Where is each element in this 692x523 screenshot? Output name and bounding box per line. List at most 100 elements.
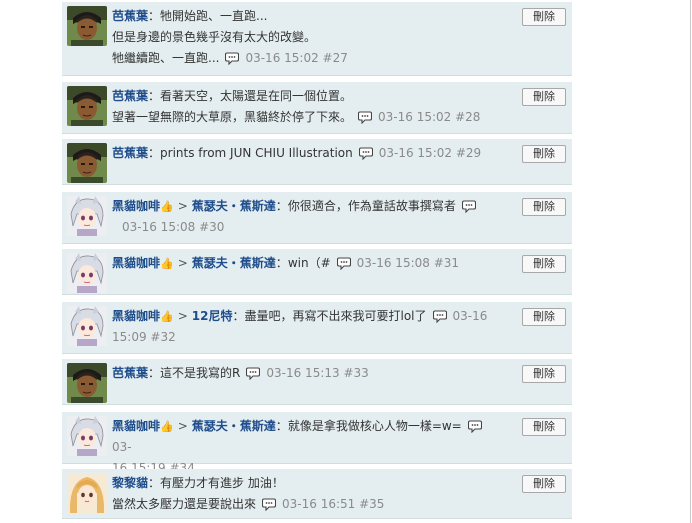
timestamp: 03-16 16:51 [282, 497, 356, 511]
username[interactable]: 黑貓咖啡 [112, 199, 160, 213]
delete-button[interactable]: 刪除 [522, 308, 566, 326]
delete-button[interactable]: 刪除 [522, 145, 566, 163]
comment-body: 芭蕉葉：這不是我寫的R 03-16 15:13 #33 [112, 363, 502, 384]
floor-number[interactable]: #33 [343, 366, 368, 380]
comment-body: 黑貓咖啡👍 > 蕉瑟夫・蕉斯達：你很適合，作為童話故事撰寫者 03-16 15:08… [112, 196, 502, 238]
username[interactable]: 黑貓咖啡 [112, 256, 160, 270]
page-right-border [690, 0, 691, 523]
delete-button[interactable]: 刪除 [522, 198, 566, 216]
timestamp: 03- [112, 440, 132, 454]
reply-arrow: > [177, 419, 188, 433]
comment-text: 有壓力才有進步 加油！ [160, 476, 284, 490]
comment-body: 黑貓咖啡👍 > 蕉瑟夫・蕉斯達：win（# 03-16 15:08 #31 [112, 253, 502, 274]
reply-bubble-icon[interactable] [337, 256, 351, 270]
user-avatar[interactable] [67, 196, 107, 236]
comment-text-line: 望著一望無際的大草原，黑貓終於停了下來。 [112, 110, 353, 124]
colon: ： [232, 309, 245, 323]
comment-item: 黑貓咖啡👍 > 蕉瑟夫・蕉斯達：你很適合，作為童話故事撰寫者 03-16 15:08… [62, 192, 572, 244]
comment-text-line: 當然太多壓力還是要說出來 [112, 497, 257, 511]
comment-item: 黑貓咖啡👍 > 蕉瑟夫・蕉斯達：就像是拿我做核心人物一樣=w=03- 16 15:1… [62, 412, 572, 475]
timestamp: 03-16 15:08 [122, 220, 196, 234]
colon: ： [148, 89, 161, 103]
delete-button[interactable]: 刪除 [522, 8, 566, 26]
reply-to-username[interactable]: 12尼特 [192, 309, 233, 323]
comment-body: 黎黎貓：有壓力才有進步 加油！ 當然太多壓力還是要說出來 03-16 16:51 … [112, 473, 502, 515]
user-avatar[interactable] [67, 143, 107, 183]
comment-text-line: 但是身邊的景色幾乎沒有太大的改變。 [112, 30, 317, 44]
reply-arrow: > [177, 199, 188, 213]
reply-bubble-icon[interactable] [462, 199, 476, 213]
reply-arrow: > [177, 256, 188, 270]
username[interactable]: 芭蕉葉 [112, 146, 148, 160]
comment-text: 牠開始跑、一直跑... [160, 9, 268, 23]
delete-button[interactable]: 刪除 [522, 475, 566, 493]
user-avatar[interactable] [67, 416, 107, 456]
username[interactable]: 芭蕉葉 [112, 9, 148, 23]
comment-text: 盡量吧，再寫不出來我可要打lol了 [244, 309, 427, 323]
comment-item: 芭蕉葉：這不是我寫的R 03-16 15:13 #33 刪除 [62, 359, 572, 405]
user-avatar[interactable] [67, 86, 107, 126]
thumbs-up-icon: 👍 [160, 257, 174, 270]
reply-to-username[interactable]: 蕉瑟夫・蕉斯達 [192, 199, 276, 213]
delete-button[interactable]: 刪除 [522, 365, 566, 383]
comment-body: 黑貓咖啡👍 >12尼特：盡量吧，再寫不出來我可要打lol了 03-16 15:09 … [112, 306, 502, 348]
comment-item: 黑貓咖啡👍 >12尼特：盡量吧，再寫不出來我可要打lol了 03-16 15:09 … [62, 302, 572, 354]
floor-number[interactable]: #29 [456, 146, 481, 160]
colon: ： [148, 146, 161, 160]
floor-number[interactable]: #30 [199, 220, 224, 234]
reply-to-username[interactable]: 蕉瑟夫・蕉斯達 [192, 419, 276, 433]
timestamp: 03-16 [452, 309, 488, 323]
colon: ： [275, 256, 288, 270]
username[interactable]: 黑貓咖啡 [112, 419, 160, 433]
reply-to-username[interactable]: 蕉瑟夫・蕉斯達 [192, 256, 276, 270]
comment-body: 芭蕉葉：牠開始跑、一直跑... 但是身邊的景色幾乎沒有太大的改變。 牠繼續跑、一… [112, 6, 502, 69]
user-avatar[interactable] [67, 306, 107, 346]
comment-text-line: 牠繼續跑、一直跑... [112, 51, 220, 65]
colon: ： [148, 366, 161, 380]
reply-bubble-icon[interactable] [358, 110, 372, 124]
comment-item: 芭蕉葉：看著天空，太陽還是在同一個位置。 望著一望無際的大草原，黑貓終於停了下來… [62, 82, 572, 134]
reply-bubble-icon[interactable] [225, 51, 239, 65]
reply-bubble-icon[interactable] [246, 366, 260, 380]
username[interactable]: 黎黎貓 [112, 476, 148, 490]
floor-number[interactable]: #28 [455, 110, 480, 124]
timestamp: 03-16 15:02 [245, 51, 319, 65]
timestamp: 03-16 15:02 [378, 110, 452, 124]
reply-bubble-icon[interactable] [433, 309, 447, 323]
comment-text: 就像是拿我做核心人物一樣=w= [287, 419, 462, 433]
reply-bubble-icon[interactable] [262, 497, 276, 511]
delete-button[interactable]: 刪除 [522, 88, 566, 106]
colon: ： [148, 476, 161, 490]
username[interactable]: 黑貓咖啡 [112, 309, 160, 323]
reply-bubble-icon[interactable] [468, 419, 482, 433]
comment-body: 芭蕉葉：看著天空，太陽還是在同一個位置。 望著一望無際的大草原，黑貓終於停了下來… [112, 86, 502, 128]
thumbs-up-icon: 👍 [160, 420, 174, 433]
comment-text: win（# [287, 256, 331, 270]
user-avatar[interactable] [67, 253, 107, 293]
comment-text: 這不是我寫的R [160, 366, 241, 380]
comment-item: 芭蕉葉：prints from JUN CHIU Illustration 03-… [62, 139, 572, 185]
user-avatar[interactable] [67, 473, 107, 513]
timestamp-continued: 15:09 [112, 330, 147, 344]
delete-button[interactable]: 刪除 [522, 418, 566, 436]
floor-number[interactable]: #32 [150, 330, 175, 344]
timestamp: 03-16 15:13 [266, 366, 340, 380]
username[interactable]: 芭蕉葉 [112, 89, 148, 103]
username[interactable]: 芭蕉葉 [112, 366, 148, 380]
user-avatar[interactable] [67, 6, 107, 46]
comment-body: 芭蕉葉：prints from JUN CHIU Illustration 03-… [112, 143, 502, 164]
colon: ： [275, 419, 288, 433]
comment-item: 黎黎貓：有壓力才有進步 加油！ 當然太多壓力還是要說出來 03-16 16:51 … [62, 469, 572, 519]
user-avatar[interactable] [67, 363, 107, 403]
timestamp: 03-16 15:08 [356, 256, 430, 270]
reply-bubble-icon[interactable] [359, 146, 373, 160]
colon: ： [148, 9, 161, 23]
floor-number[interactable]: #35 [359, 497, 384, 511]
comment-item: 芭蕉葉：牠開始跑、一直跑... 但是身邊的景色幾乎沒有太大的改變。 牠繼續跑、一… [62, 2, 572, 76]
floor-number[interactable]: #27 [323, 51, 348, 65]
comment-text: 你很適合，作為童話故事撰寫者 [287, 199, 456, 213]
delete-button[interactable]: 刪除 [522, 255, 566, 273]
comment-item: 黑貓咖啡👍 > 蕉瑟夫・蕉斯達：win（# 03-16 15:08 #31 刪除 [62, 249, 572, 295]
floor-number[interactable]: #31 [434, 256, 459, 270]
timestamp: 03-16 15:02 [378, 146, 452, 160]
